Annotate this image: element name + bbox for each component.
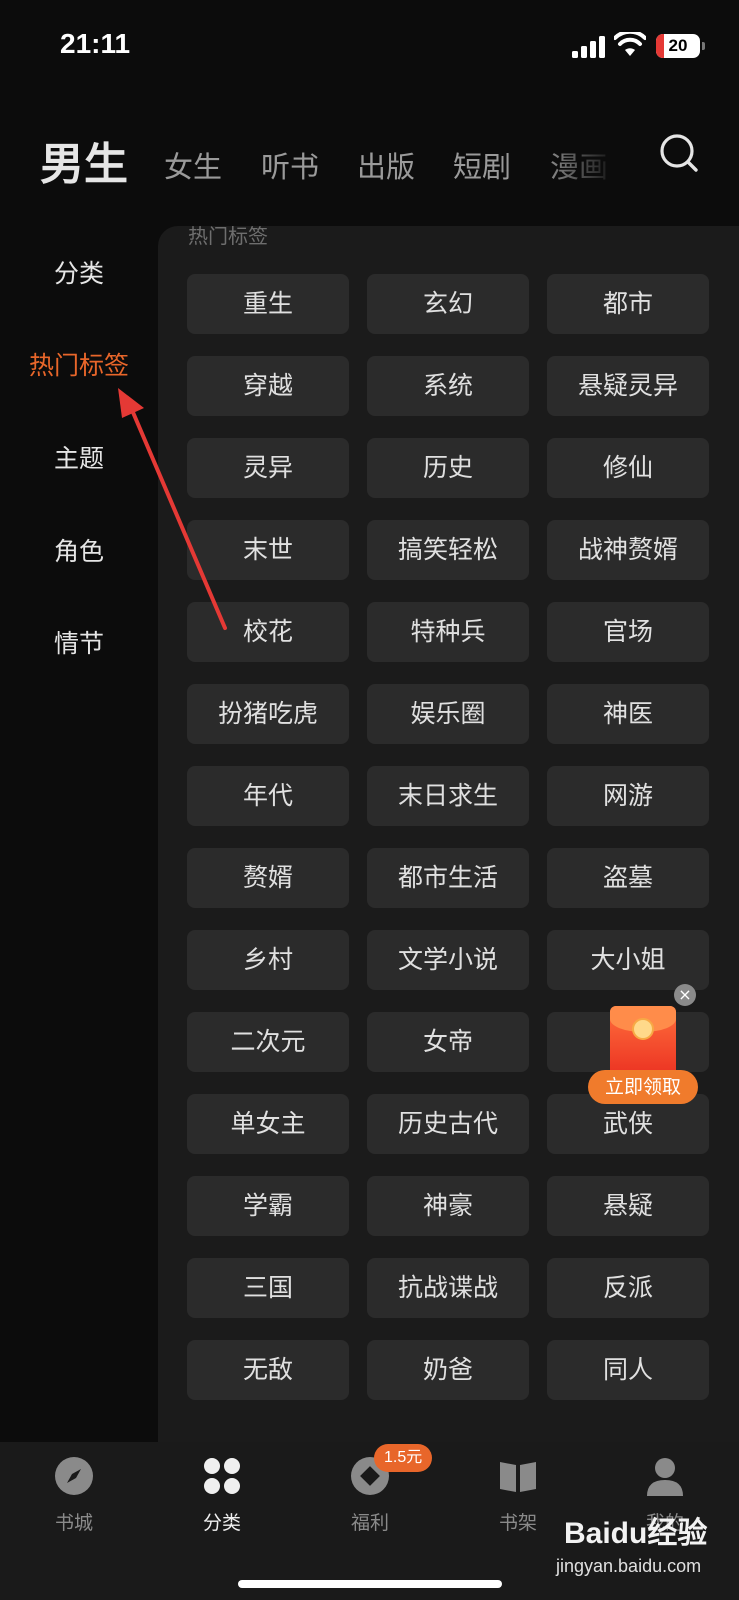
tag-button[interactable]: 扮猪吃虎 — [187, 684, 349, 744]
user-icon — [647, 1458, 683, 1496]
tag-button[interactable]: 校花 — [187, 602, 349, 662]
tag-button[interactable]: 乡村 — [187, 930, 349, 990]
tab-male[interactable]: 男生 — [40, 128, 128, 192]
tag-button[interactable]: 赘婿 — [187, 848, 349, 908]
tag-button[interactable]: 官场 — [547, 602, 709, 662]
sidebar-item-theme[interactable]: 主题 — [0, 439, 158, 475]
top-tab-bar: 男生 女生 听书 出版 短剧 漫画 — [0, 120, 739, 200]
tag-button[interactable]: 历史古代 — [367, 1094, 529, 1154]
tag-button[interactable]: 战神赘婿 — [547, 520, 709, 580]
battery-icon: 20 — [656, 34, 705, 58]
red-packet-promo[interactable]: × 立即领取 — [588, 982, 698, 1122]
tag-panel: 热门标签 重生 玄幻 都市穿越 系统 悬疑灵异灵异 历史 修仙末世 搞笑轻松 战神赘婿校花 特种兵… — [158, 226, 739, 1442]
close-icon[interactable]: × — [674, 984, 696, 1006]
tab-audiobook[interactable]: 听书 — [261, 144, 319, 186]
tag-button[interactable]: 搞笑轻松 — [367, 520, 529, 580]
claim-now-button[interactable]: 立即领取 — [588, 1070, 698, 1104]
tag-button[interactable]: 女帝 — [367, 1012, 529, 1072]
tag-button[interactable]: 奶爸 — [367, 1340, 529, 1400]
wifi-icon — [614, 32, 646, 56]
tag-button[interactable]: 单女主 — [187, 1094, 349, 1154]
watermark-logo: Baidu经验 — [564, 1517, 708, 1550]
tag-button[interactable]: 都市生活 — [367, 848, 529, 908]
tag-button[interactable]: 二次元 — [187, 1012, 349, 1072]
tag-button[interactable]: 抗战谍战 — [367, 1258, 529, 1318]
battery-level: 20 — [668, 36, 688, 55]
sidebar-item-plot[interactable]: 情节 — [0, 624, 158, 660]
tag-button[interactable]: 悬疑 — [547, 1176, 709, 1236]
home-indicator[interactable] — [238, 1580, 502, 1588]
tag-button[interactable]: 悬疑灵异 — [547, 356, 709, 416]
tag-button[interactable]: 学霸 — [187, 1176, 349, 1236]
sidebar-item-role[interactable]: 角色 — [0, 532, 158, 568]
cellular-signal-icon — [572, 36, 605, 58]
grid-dots-icon — [204, 1458, 240, 1494]
coin-icon — [632, 1018, 654, 1040]
tag-button[interactable]: 特种兵 — [367, 602, 529, 662]
tag-button[interactable]: 神豪 — [367, 1176, 529, 1236]
nav-label-category: 分类 — [202, 1512, 241, 1534]
tag-button[interactable]: 文学小说 — [367, 930, 529, 990]
tag-button[interactable]: 无敌 — [187, 1340, 349, 1400]
nav-label-welfare: 福利 — [350, 1512, 389, 1534]
tag-button[interactable]: 灵异 — [187, 438, 349, 498]
open-book-icon — [500, 1462, 536, 1492]
tag-button[interactable]: 网游 — [547, 766, 709, 826]
tag-button[interactable]: 大小姐 — [547, 930, 709, 990]
tag-button[interactable]: 修仙 — [547, 438, 709, 498]
tag-button[interactable]: 穿越 — [187, 356, 349, 416]
nav-label-bookstore: 书城 — [54, 1512, 93, 1534]
tag-button[interactable]: 末世 — [187, 520, 349, 580]
tag-button[interactable]: 同人 — [547, 1340, 709, 1400]
watermark-url: jingyan.baidu.com — [556, 1556, 702, 1576]
tab-short-drama[interactable]: 短剧 — [453, 144, 511, 186]
panel-title: 热门标签 — [188, 226, 268, 248]
sidebar-item-hot-tags[interactable]: 热门标签 — [0, 346, 158, 382]
tag-button[interactable]: 反派 — [547, 1258, 709, 1318]
compass-icon — [55, 1457, 93, 1495]
tab-overflow-fade — [540, 120, 650, 200]
welfare-badge: 1.5元 — [374, 1444, 433, 1472]
tab-publishing[interactable]: 出版 — [357, 144, 415, 186]
category-sidebar: 分类 热门标签 主题 角色 情节 — [0, 230, 158, 1440]
nav-item-bookstore[interactable]: 书城 — [0, 1442, 148, 1552]
tab-female[interactable]: 女生 — [164, 144, 222, 186]
baidu-watermark: Baidu经验 jingyan.baidu.com — [556, 1508, 736, 1598]
status-bar: 21:11 20 — [0, 0, 739, 90]
status-time: 21:11 — [60, 28, 131, 59]
tag-button[interactable]: 娱乐圈 — [367, 684, 529, 744]
tag-button[interactable]: 都市 — [547, 274, 709, 334]
search-icon[interactable] — [658, 132, 700, 174]
tag-button[interactable]: 末日求生 — [367, 766, 529, 826]
tag-button[interactable]: 历史 — [367, 438, 529, 498]
tag-button[interactable]: 玄幻 — [367, 274, 529, 334]
tag-button[interactable]: 年代 — [187, 766, 349, 826]
tag-button[interactable]: 盗墓 — [547, 848, 709, 908]
tag-button[interactable]: 神医 — [547, 684, 709, 744]
sidebar-item-category[interactable]: 分类 — [0, 254, 158, 290]
nav-item-category[interactable]: 分类 — [148, 1442, 296, 1552]
tag-button[interactable]: 三国 — [187, 1258, 349, 1318]
tag-button[interactable]: 系统 — [367, 356, 529, 416]
tag-button[interactable]: 重生 — [187, 274, 349, 334]
